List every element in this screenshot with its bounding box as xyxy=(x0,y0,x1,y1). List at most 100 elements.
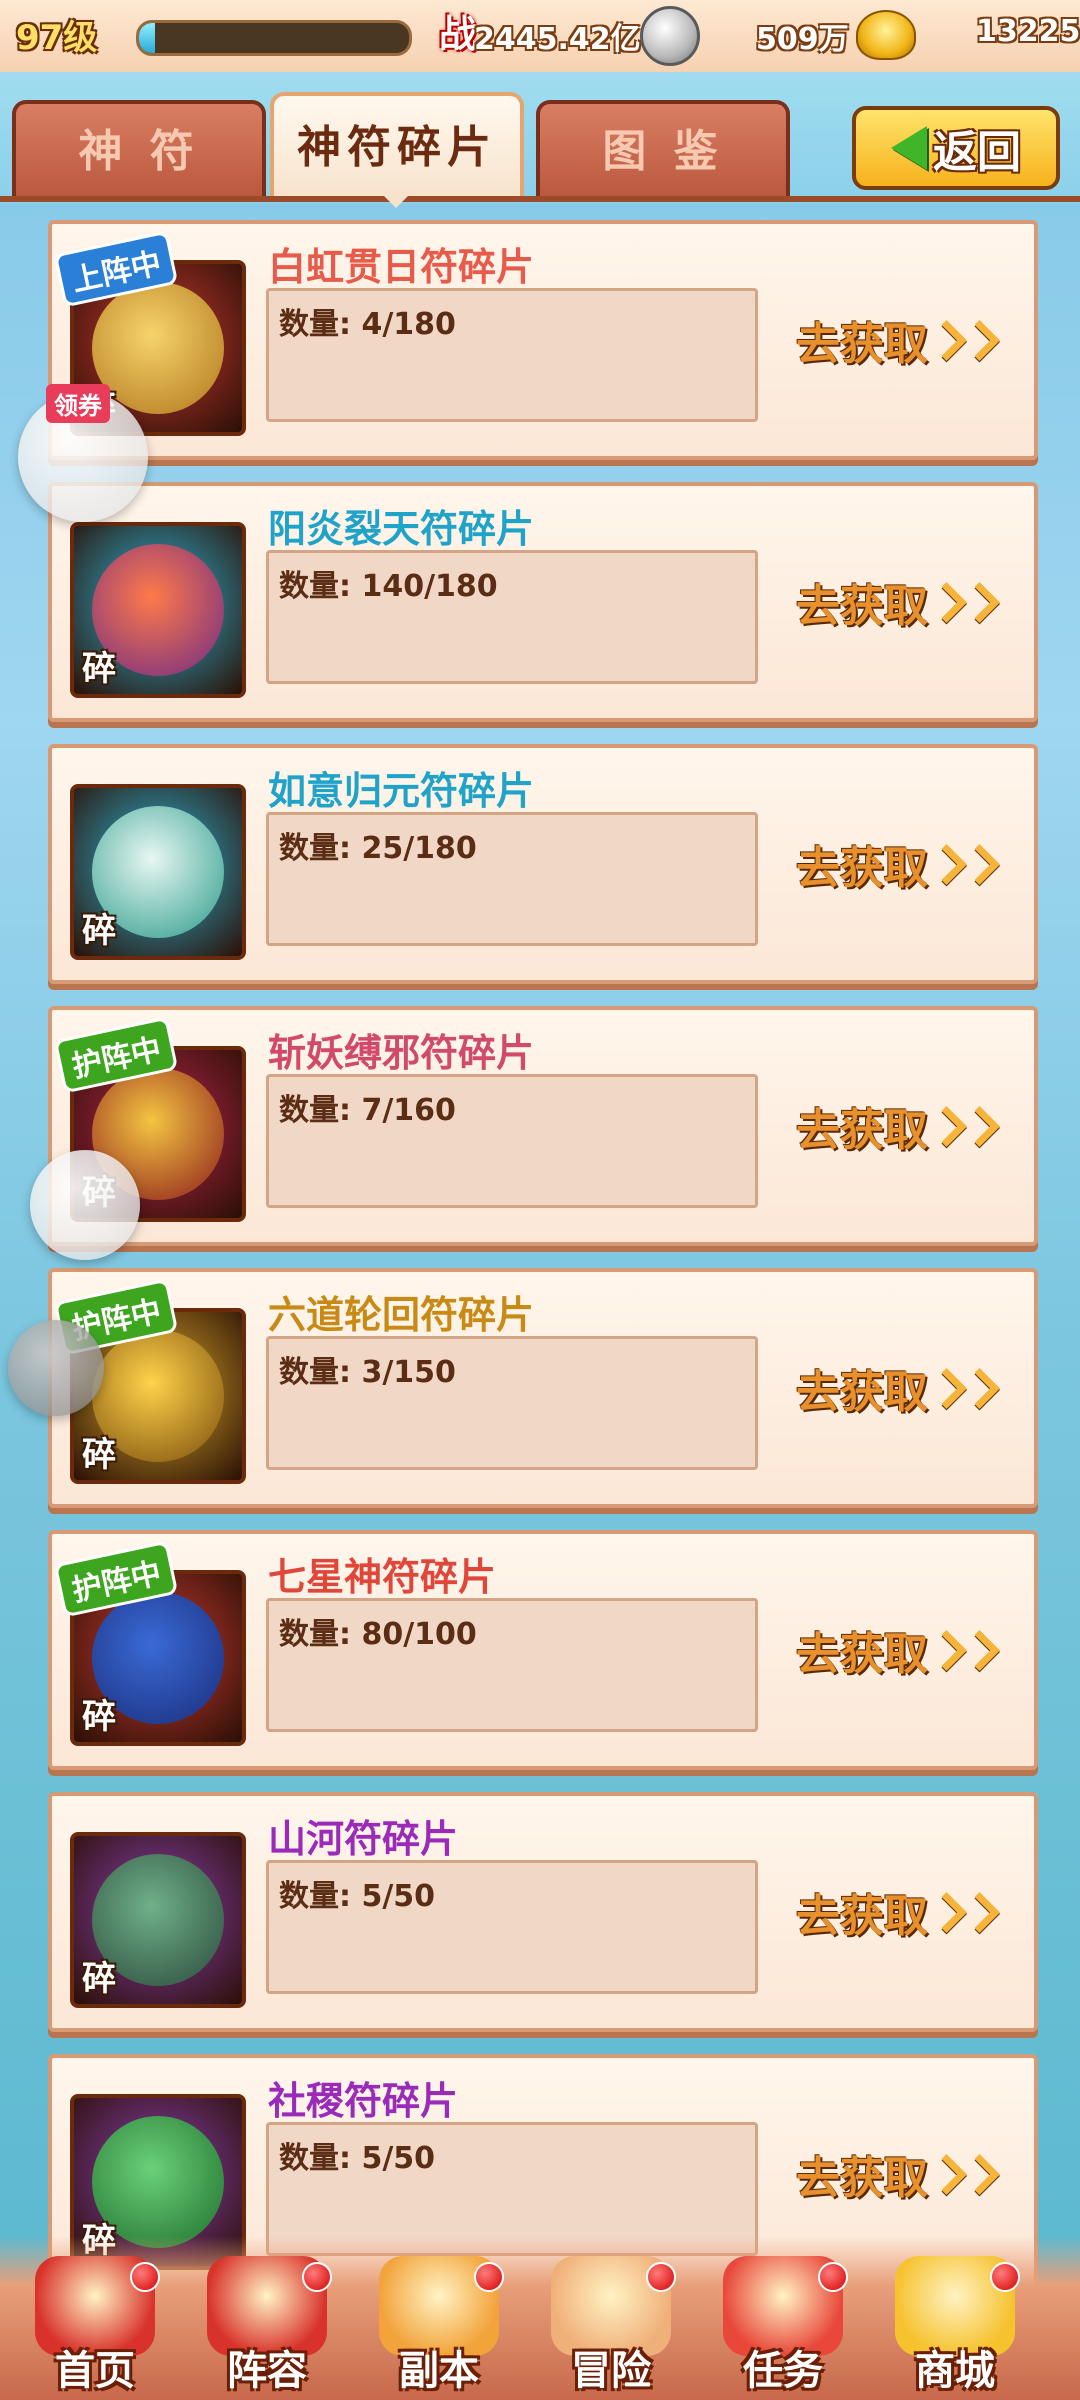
fragment-name: 如意归元符碎片 xyxy=(268,769,535,813)
quantity-box: 数量: 80/100 xyxy=(266,1598,758,1732)
nav-label: 阵容 xyxy=(227,2348,307,2394)
fragment-mark: 碎 xyxy=(82,649,116,689)
back-button-label: 返回 xyxy=(933,127,1021,178)
notification-dot xyxy=(474,2262,504,2292)
chevron-right-icon xyxy=(958,319,1001,361)
obtain-label: 去获取 xyxy=(796,1367,928,1418)
notification-dot xyxy=(990,2262,1020,2292)
fragment-mark: 碎 xyxy=(82,1435,116,1475)
notification-dot xyxy=(302,2262,332,2292)
top-status-bar: 97级 战 2445.42亿 509万 13225 xyxy=(0,0,1080,75)
fragment-icon[interactable]: 碎 xyxy=(70,784,246,960)
fragment-name: 白虹贯日符碎片 xyxy=(268,245,535,289)
back-arrow-icon xyxy=(891,126,927,170)
xp-bar xyxy=(136,20,412,56)
nav-label: 任务 xyxy=(743,2348,823,2394)
fragment-icon[interactable]: 碎 xyxy=(70,1832,246,2008)
nav-item-5[interactable]: 商城 xyxy=(880,2256,1030,2396)
fragment-card: 碎 阳炎裂天符碎片数量: 140/180 去获取 xyxy=(48,482,1038,722)
active-tab-pointer xyxy=(380,192,412,208)
obtain-label: 去获取 xyxy=(796,1891,928,1942)
gold-amount: 13225 xyxy=(976,14,1080,49)
bottom-navigation: 首页 阵容 副本 冒险 任务 商城 xyxy=(0,2236,1080,2400)
gold-ingot-icon xyxy=(856,10,916,60)
nav-label: 商城 xyxy=(915,2348,995,2394)
obtain-button[interactable]: 去获取 xyxy=(796,2142,1001,2206)
fragment-name: 社稷符碎片 xyxy=(268,2079,459,2123)
nav-item-0[interactable]: 首页 xyxy=(20,2256,170,2396)
obtain-label: 去获取 xyxy=(796,581,928,632)
fragment-name: 阳炎裂天符碎片 xyxy=(268,507,535,551)
chevron-right-icon xyxy=(958,2153,1001,2195)
chevron-right-icon xyxy=(958,581,1001,623)
fragment-card: 碎护阵中 六道轮回符碎片 数量: 3/150 去获取 xyxy=(48,1268,1038,1508)
obtain-label: 去获取 xyxy=(796,2153,928,2204)
coupon-tag[interactable]: 领券 xyxy=(46,384,110,423)
quantity-box: 数量: 140/180 xyxy=(266,550,758,684)
fragment-name: 斩妖缚邪符碎片 xyxy=(268,1031,535,1075)
fragment-quantity: 数量: 3/150 xyxy=(279,1355,456,1390)
tab-bar: 神 符 神符碎片 图 鉴 返回 xyxy=(0,72,1080,204)
chevron-right-icon xyxy=(958,1367,1001,1409)
chevron-right-icon xyxy=(958,1105,1001,1147)
nav-item-3[interactable]: 冒险 xyxy=(536,2256,686,2396)
silver-amount: 509万 xyxy=(756,22,849,57)
fragment-quantity: 数量: 5/50 xyxy=(279,2141,436,2176)
silver-coin-icon xyxy=(640,6,700,66)
fragment-quantity: 数量: 25/180 xyxy=(279,831,477,866)
chevron-right-icon xyxy=(958,1629,1001,1671)
fragment-name: 六道轮回符碎片 xyxy=(268,1293,535,1337)
nav-item-1[interactable]: 阵容 xyxy=(192,2256,342,2396)
fragment-card: 碎护阵中斩妖缚邪符碎片数量: 7/160去获取 xyxy=(48,1006,1038,1246)
obtain-button[interactable]: 去获取 xyxy=(796,308,1001,372)
fragment-mark: 碎 xyxy=(82,1959,116,1999)
obtain-button[interactable]: 去获取 xyxy=(796,570,1001,634)
quantity-box: 数量: 3/150 xyxy=(266,1336,758,1470)
chevron-right-icon xyxy=(958,1891,1001,1933)
fragment-card: 碎护阵中 七星神符碎片 数量: 80/100 去获取 xyxy=(48,1530,1038,1770)
obtain-button[interactable]: 去获取 xyxy=(796,1880,1001,1944)
fragment-quantity: 数量: 140/180 xyxy=(279,569,498,604)
obtain-button[interactable]: 去获取 xyxy=(796,832,1001,896)
cloud-float-icon[interactable] xyxy=(30,1150,140,1260)
fragment-card: 碎 如意归元符碎片数量: 25/180 去获取 xyxy=(48,744,1038,984)
nav-item-4[interactable]: 任务 xyxy=(708,2256,858,2396)
notification-dot xyxy=(818,2262,848,2292)
nav-label: 副本 xyxy=(399,2348,479,2394)
chevron-right-icon xyxy=(958,843,1001,885)
battle-power-value: 2445.42亿 xyxy=(474,22,641,57)
tab-talismans[interactable]: 神 符 xyxy=(12,100,266,200)
tab-talisman-fragments[interactable]: 神符碎片 xyxy=(270,92,524,200)
fragment-quantity: 数量: 4/180 xyxy=(279,307,456,342)
notification-dot xyxy=(130,2262,160,2292)
quantity-box: 数量: 7/160 xyxy=(266,1074,758,1208)
fragment-name: 七星神符碎片 xyxy=(268,1555,497,1599)
tab-collection[interactable]: 图 鉴 xyxy=(536,100,790,200)
quantity-box: 数量: 25/180 xyxy=(266,812,758,946)
fragment-name: 山河符碎片 xyxy=(268,1817,459,1861)
fragment-quantity: 数量: 5/50 xyxy=(279,1879,436,1914)
tab-divider xyxy=(0,196,1080,202)
obtain-button[interactable]: 去获取 xyxy=(796,1094,1001,1158)
obtain-label: 去获取 xyxy=(796,319,928,370)
obtain-label: 去获取 xyxy=(796,843,928,894)
xp-fill xyxy=(139,23,156,53)
notification-dot xyxy=(646,2262,676,2292)
nav-label: 冒险 xyxy=(571,2348,651,2394)
obtain-label: 去获取 xyxy=(796,1629,928,1680)
fragment-card: 碎 山河符碎片数量: 5/50 去获取 xyxy=(48,1792,1038,2032)
fragment-icon[interactable]: 碎 xyxy=(70,522,246,698)
nav-item-2[interactable]: 副本 xyxy=(364,2256,514,2396)
rabbit-float-icon[interactable] xyxy=(8,1320,104,1416)
back-button[interactable]: 返回 xyxy=(852,106,1060,190)
fragment-quantity: 数量: 80/100 xyxy=(279,1617,477,1652)
obtain-button[interactable]: 去获取 xyxy=(796,1356,1001,1420)
quantity-box: 数量: 5/50 xyxy=(266,1860,758,1994)
nav-label: 首页 xyxy=(55,2348,135,2394)
fragment-quantity: 数量: 7/160 xyxy=(279,1093,456,1128)
player-level: 97级 xyxy=(16,18,98,58)
fragment-mark: 碎 xyxy=(82,911,116,951)
obtain-button[interactable]: 去获取 xyxy=(796,1618,1001,1682)
quantity-box: 数量: 4/180 xyxy=(266,288,758,422)
fragment-card: 碎上阵中白虹贯日符碎片数量: 4/180去获取 xyxy=(48,220,1038,460)
